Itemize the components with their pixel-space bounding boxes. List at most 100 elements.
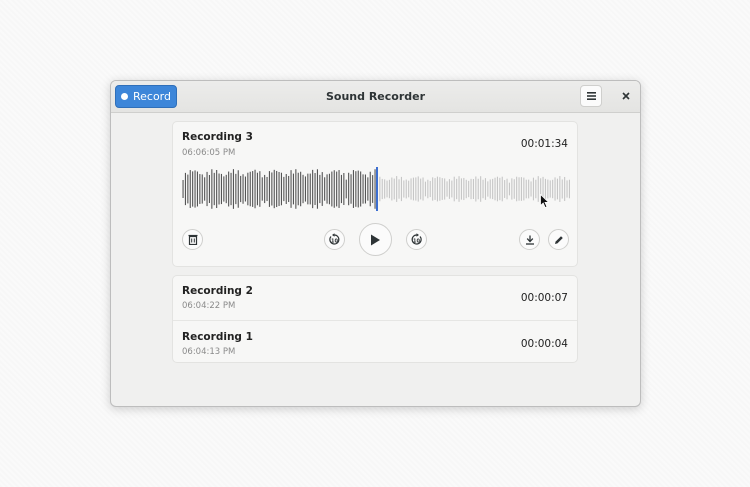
record-button[interactable]: Record	[115, 85, 177, 108]
waveform-bar	[386, 180, 388, 198]
waveform-bar	[518, 177, 520, 201]
waveform-bar	[297, 172, 299, 206]
waveform-bar	[552, 179, 554, 199]
waveform-bar	[417, 176, 419, 202]
waveform-bar	[468, 180, 470, 198]
waveform-bar	[465, 179, 467, 199]
active-recording-card[interactable]: Recording 3 06:06:05 PM 00:01:34 10 10	[172, 121, 578, 267]
waveform-bar	[499, 177, 501, 201]
waveform-bar	[501, 176, 503, 202]
record-dot-icon	[120, 93, 128, 100]
waveform-bar	[420, 178, 422, 200]
waveform-bar	[242, 174, 244, 204]
waveform-bar	[412, 177, 414, 201]
delete-button[interactable]	[182, 229, 203, 250]
play-icon	[371, 234, 380, 245]
waveform-bar	[268, 171, 270, 207]
waveform-bar	[436, 176, 438, 202]
skip-forward-button[interactable]: 10	[406, 229, 427, 250]
waveform-bar	[446, 181, 448, 197]
waveform-bar	[429, 180, 431, 198]
waveform-bar	[307, 173, 309, 205]
list-item[interactable]: Recording 1 06:04:13 PM 00:00:04	[173, 320, 577, 365]
waveform-bar	[458, 176, 460, 202]
waveform-bar	[480, 176, 482, 202]
waveform-bar	[331, 171, 333, 207]
waveform-bar	[235, 173, 237, 205]
skip-back-button[interactable]: 10	[324, 229, 345, 250]
waveform-bar	[266, 176, 268, 202]
waveform-bar	[525, 179, 527, 199]
waveform-bar	[256, 172, 258, 206]
waveform-bar	[280, 172, 282, 206]
waveform-bar	[559, 176, 561, 202]
waveform-bar	[187, 174, 189, 204]
waveform-bar	[388, 179, 390, 199]
waveform-bar	[285, 174, 287, 204]
pencil-icon	[554, 235, 563, 244]
waveform-bar	[475, 176, 477, 202]
list-item[interactable]: Recording 2 06:04:22 PM 00:00:07	[173, 276, 577, 320]
recording-created-time: 06:04:13 PM	[182, 347, 236, 357]
waveform-bar	[352, 170, 354, 208]
waveform-bar	[201, 174, 203, 204]
waveform-bar	[398, 179, 400, 199]
record-button-label: Record	[132, 90, 171, 103]
export-button[interactable]	[519, 229, 540, 250]
waveform-bar	[333, 170, 335, 208]
waveform-bar	[189, 170, 191, 208]
waveform-bar	[321, 172, 323, 206]
waveform-bar	[360, 171, 362, 207]
waveform-bar	[244, 176, 246, 202]
waveform-bar	[448, 179, 450, 199]
waveform-bar	[302, 174, 304, 204]
waveform-bar	[400, 176, 402, 202]
rewind-icon: 10	[329, 233, 340, 245]
play-button[interactable]	[359, 223, 392, 256]
skip-forward-seconds: 10	[413, 239, 420, 245]
waveform-bar	[228, 171, 230, 207]
waveform-bar	[453, 176, 455, 202]
waveform-bar	[535, 179, 537, 199]
close-button[interactable]	[615, 85, 637, 107]
waveform-bar	[566, 180, 568, 198]
skip-back-seconds: 10	[331, 239, 338, 245]
waveform-bar	[292, 173, 294, 205]
waveform-bar	[396, 176, 398, 202]
waveform-bar	[513, 179, 515, 199]
waveform-bar	[249, 171, 251, 207]
waveform-bar	[199, 174, 201, 204]
waveform-bar	[391, 177, 393, 201]
waveform-bar	[345, 179, 347, 199]
waveform-bar	[451, 180, 453, 198]
waveform-bar	[343, 173, 345, 205]
waveform-bar	[369, 171, 371, 207]
waveform-bar	[340, 174, 342, 204]
waveform-bar	[237, 170, 239, 208]
waveform-bar	[408, 180, 410, 198]
waveform-bar	[528, 179, 530, 199]
recording-name: Recording 3	[182, 131, 253, 143]
waveform-bar	[208, 175, 210, 203]
playhead[interactable]	[376, 167, 378, 211]
waveform-bar	[504, 180, 506, 198]
menu-button[interactable]	[580, 85, 602, 107]
waveform-bar	[271, 172, 273, 206]
waveform-bar	[196, 171, 198, 207]
waveform-bar	[295, 169, 297, 209]
mouse-pointer-icon	[540, 194, 550, 209]
waveform-bar	[427, 179, 429, 199]
sound-recorder-window: Record Sound Recorder Recording 3 06:06:…	[110, 80, 641, 407]
waveform[interactable]	[182, 167, 572, 211]
waveform-bar	[204, 177, 206, 201]
waveform-bar	[492, 178, 494, 200]
recordings-list: Recording 2 06:04:22 PM 00:00:07 Recordi…	[172, 275, 578, 363]
waveform-bar	[247, 172, 249, 206]
download-icon	[525, 235, 534, 245]
waveform-bar	[357, 170, 359, 208]
rename-button[interactable]	[548, 229, 569, 250]
waveform-bar	[463, 177, 465, 201]
waveform-bar	[470, 178, 472, 200]
trash-icon	[188, 234, 197, 245]
waveform-bar	[381, 178, 383, 200]
